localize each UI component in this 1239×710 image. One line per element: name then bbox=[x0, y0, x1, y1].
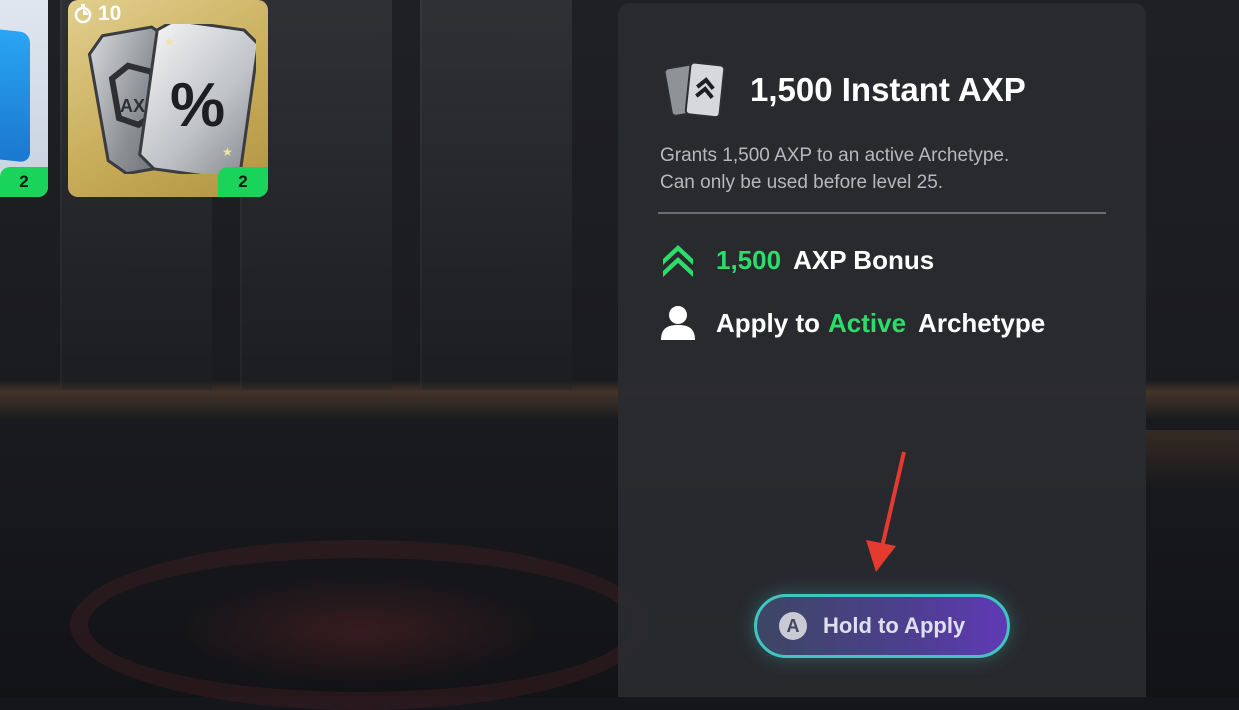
apply-prefix: Apply to bbox=[716, 307, 820, 338]
apply-suffix: Archetype bbox=[918, 307, 1046, 338]
bonus-label: AXP Bonus bbox=[793, 244, 935, 275]
timer: 10 bbox=[74, 2, 121, 26]
svg-text:%: % bbox=[170, 71, 225, 140]
divider bbox=[658, 212, 1106, 214]
axp-boost-card-art: AXP % ★ ★ bbox=[87, 24, 256, 174]
quantity-badge: 2 bbox=[218, 167, 268, 197]
background-light bbox=[1145, 430, 1239, 490]
svg-text:★: ★ bbox=[222, 145, 233, 159]
locker bbox=[420, 0, 572, 390]
card-art bbox=[0, 27, 30, 163]
svg-text:★: ★ bbox=[164, 35, 175, 49]
annotation-arrow bbox=[866, 451, 906, 572]
a-button-icon: A bbox=[779, 612, 807, 640]
item-description: Grants 1,500 AXP to an active Archetype.… bbox=[660, 145, 1010, 193]
quantity-badge: 2 bbox=[0, 167, 48, 197]
stopwatch-icon bbox=[74, 4, 92, 24]
apply-button-label: Hold to Apply bbox=[823, 613, 966, 638]
axp-card-icon bbox=[664, 61, 726, 119]
consumable-card-blue[interactable]: 2 bbox=[0, 0, 48, 197]
double-chevron-up-icon bbox=[660, 240, 696, 280]
apply-target-row: Apply to Active Archetype bbox=[660, 303, 1045, 343]
item-header: 1,500 Instant AXP bbox=[664, 60, 1026, 120]
bonus-value: 1,500 bbox=[716, 244, 782, 275]
person-icon bbox=[660, 303, 696, 343]
apply-highlight: Active bbox=[828, 307, 907, 338]
hold-to-apply-button[interactable]: A Hold to Apply bbox=[754, 594, 1010, 658]
consumable-card-axp[interactable]: 10 AXP % ★ ★ 2 bbox=[68, 0, 268, 197]
bonus-row: 1,500 AXP Bonus bbox=[660, 240, 934, 280]
item-title: 1,500 Instant AXP bbox=[750, 71, 1026, 108]
floor-logo bbox=[70, 540, 650, 710]
timer-value: 10 bbox=[98, 2, 122, 25]
